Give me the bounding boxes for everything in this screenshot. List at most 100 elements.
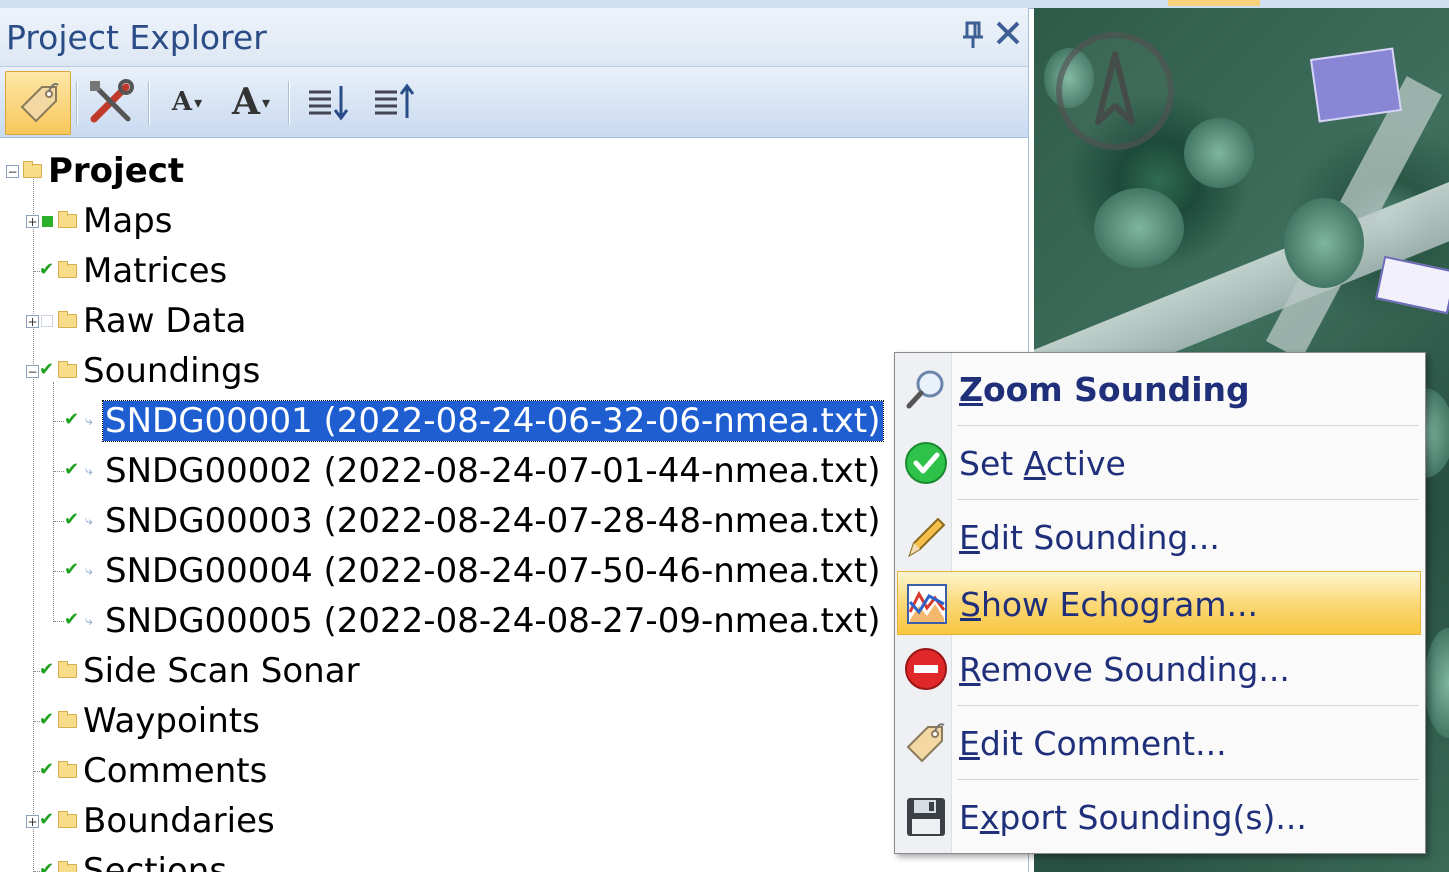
sounding-track-icon: ⤷: [85, 513, 93, 529]
tree-label: Boundaries: [83, 801, 275, 841]
menu-separator: [957, 499, 1419, 500]
partial-check-icon[interactable]: [39, 213, 56, 230]
decrease-font-icon: A: [171, 87, 193, 117]
tree-node-boundaries[interactable]: + ✔ Boundaries: [26, 798, 275, 844]
top-tab[interactable]: [1168, 0, 1260, 6]
sort-ascending-button[interactable]: [300, 71, 354, 133]
checkbox-icon[interactable]: ✔: [39, 859, 56, 872]
title-bar: Project Explorer: [0, 8, 1028, 67]
panel-title: Project Explorer: [6, 18, 267, 57]
checkbox-icon[interactable]: ✔: [64, 609, 81, 630]
collapse-icon[interactable]: −: [6, 164, 19, 178]
expand-icon[interactable]: +: [26, 314, 39, 328]
tree-node-maps[interactable]: + Maps: [26, 198, 172, 244]
tree-node-sections[interactable]: ✔ Sections: [26, 848, 227, 872]
map-building: [1309, 47, 1403, 123]
menu-separator: [957, 705, 1419, 706]
checkbox-icon[interactable]: ✔: [64, 459, 81, 480]
context-menu: Zoom Sounding Set Active Edit Sounding..…: [894, 352, 1426, 854]
echogram-chart-icon: [904, 581, 950, 627]
tree-connector: [54, 521, 64, 522]
menu-item-export-sounding[interactable]: Export Sounding(s)...: [897, 785, 1421, 849]
tree-connector: [53, 382, 54, 622]
tree-node-raw-data[interactable]: + Raw Data: [26, 298, 247, 344]
checkbox-icon[interactable]: ✔: [64, 509, 81, 530]
tree-label: Soundings: [83, 351, 261, 391]
green-check-icon: [903, 440, 949, 486]
tree-label: SNDG00003 (2022-08-24-07-28-48-nmea.txt): [105, 501, 881, 541]
menu-item-show-echogram[interactable]: Show Echogram...: [897, 571, 1421, 635]
menu-item-label: Edit Sounding...: [959, 518, 1220, 557]
increase-font-button[interactable]: A ▾: [222, 71, 280, 133]
map-tree: [1284, 198, 1364, 288]
menu-item-edit-sounding[interactable]: Edit Sounding...: [897, 505, 1421, 569]
tree-connector: [54, 471, 64, 472]
menu-item-zoom-sounding[interactable]: Zoom Sounding: [897, 357, 1421, 421]
north-arrow-svg: [1095, 51, 1135, 125]
tree-label: Matrices: [83, 251, 228, 291]
tree-node-project[interactable]: − Project: [6, 148, 184, 194]
checkbox-icon[interactable]: ✔: [39, 259, 56, 280]
sounding-item[interactable]: ✔ ⤷ SNDG00002 (2022-08-24-07-01-44-nmea.…: [64, 448, 881, 494]
toolbar-separator: [148, 81, 150, 125]
pin-icon-svg: [963, 21, 983, 48]
folder-icon: [58, 361, 77, 378]
sounding-item[interactable]: ✔ ⤷ SNDG00005 (2022-08-24-08-27-09-nmea.…: [64, 598, 881, 644]
checkbox-icon[interactable]: ✔: [64, 559, 81, 580]
collapse-icon[interactable]: −: [26, 364, 39, 378]
menu-item-edit-comment[interactable]: Edit Comment...: [897, 711, 1421, 775]
tools-button[interactable]: [82, 71, 140, 133]
tree-connector: [54, 621, 64, 622]
expand-icon[interactable]: +: [26, 214, 39, 228]
project-tree: − Project + Maps ✔ Matrices + Raw Data −…: [0, 138, 1028, 872]
sounding-track-icon: ⤷: [85, 563, 93, 579]
empty-checkbox-icon[interactable]: [39, 313, 56, 330]
remove-icon: [903, 646, 949, 692]
sounding-track-icon: ⤷: [85, 413, 93, 429]
checkbox-icon[interactable]: ✔: [39, 359, 56, 380]
increase-font-arrow: ▾: [261, 92, 270, 112]
checkbox-icon[interactable]: ✔: [39, 709, 56, 730]
tree-label: Sections: [83, 851, 228, 872]
tree-node-comments[interactable]: ✔ Comments: [26, 748, 267, 794]
tree-label: SNDG00002 (2022-08-24-07-01-44-nmea.txt): [105, 451, 881, 491]
tree-node-waypoints[interactable]: ✔ Waypoints: [26, 698, 260, 744]
tree-label: Comments: [83, 751, 268, 791]
decrease-font-arrow: ▾: [194, 92, 203, 112]
menu-separator: [957, 779, 1419, 780]
tree-label: Maps: [83, 201, 173, 241]
checkbox-icon[interactable]: ✔: [39, 809, 56, 830]
close-icon[interactable]: [992, 20, 1024, 54]
menu-separator: [957, 425, 1419, 426]
tree-node-soundings[interactable]: − ✔ Soundings: [26, 348, 260, 394]
checkbox-icon[interactable]: ✔: [39, 659, 56, 680]
tree-label: Project: [48, 151, 185, 191]
tree-label: Waypoints: [83, 701, 260, 741]
folder-icon: [58, 311, 77, 328]
expand-icon[interactable]: +: [26, 814, 39, 828]
checkbox-icon[interactable]: ✔: [64, 409, 81, 430]
tree-node-side-scan-sonar[interactable]: ✔ Side Scan Sonar: [26, 648, 360, 694]
sounding-item[interactable]: ✔ ⤷ SNDG00004 (2022-08-24-07-50-46-nmea.…: [64, 548, 881, 594]
sounding-item[interactable]: ✔ ⤷ SNDG00003 (2022-08-24-07-28-48-nmea.…: [64, 498, 881, 544]
tools-icon: [90, 79, 134, 123]
tag-icon: [20, 82, 59, 123]
tag-button[interactable]: [5, 71, 71, 135]
checkbox-icon[interactable]: ✔: [39, 759, 56, 780]
menu-item-remove-sounding[interactable]: Remove Sounding...: [897, 637, 1421, 701]
tree-connector: [54, 421, 64, 422]
tree-node-matrices[interactable]: ✔ Matrices: [26, 248, 227, 294]
magnifier-icon: [903, 366, 949, 412]
toolbar-separator: [76, 81, 78, 125]
tree-label: SNDG00004 (2022-08-24-07-50-46-nmea.txt): [105, 551, 881, 591]
decrease-font-button[interactable]: A ▾: [160, 71, 214, 133]
tree-label: Side Scan Sonar: [83, 651, 360, 691]
sort-descending-button[interactable]: [366, 71, 420, 133]
tag-icon: [903, 720, 949, 766]
pin-icon[interactable]: [958, 20, 988, 54]
menu-item-label: Show Echogram...: [960, 585, 1258, 624]
north-arrow-icon: [1056, 32, 1174, 150]
sounding-item[interactable]: ✔ ⤷ SNDG00001 (2022-08-24-06-32-06-nmea.…: [64, 398, 884, 444]
sort-descending-icon: [375, 83, 415, 118]
menu-item-set-active[interactable]: Set Active: [897, 431, 1421, 495]
